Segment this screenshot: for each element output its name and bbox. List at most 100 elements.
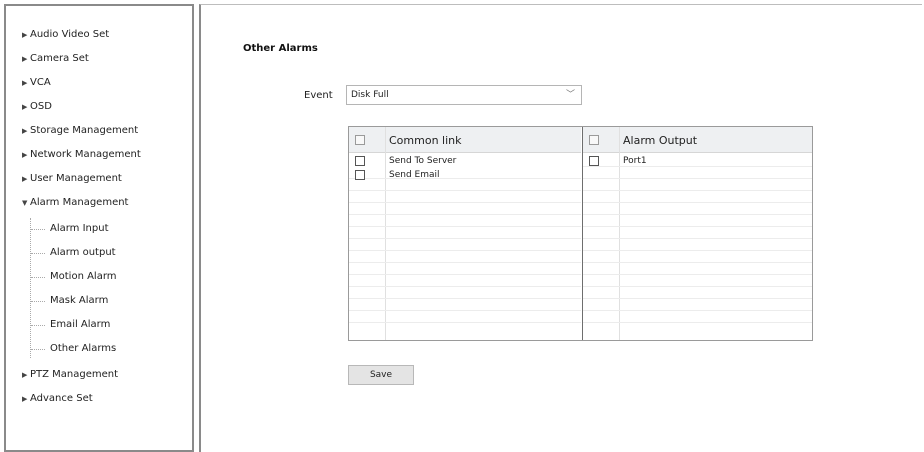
sidebar-item-label: User Management bbox=[30, 173, 122, 184]
alarm-output-select-all-checkbox[interactable] bbox=[589, 135, 599, 145]
sidebar-subitem-other-alarms[interactable]: Other Alarms bbox=[31, 342, 117, 356]
sidebar-item-label: Audio Video Set bbox=[30, 29, 110, 40]
sidebar-nav: ▶ Audio Video Set ▶ Camera Set ▶ VCA ▶ OSD ▶… bbox=[4, 4, 194, 452]
sidebar-item-label: Advance Set bbox=[30, 393, 93, 404]
sidebar-item-user-management[interactable]: ▶ User Management bbox=[22, 172, 122, 186]
triangle-right-icon: ▶ bbox=[22, 55, 28, 63]
sidebar-item-camera-set[interactable]: ▶ Camera Set bbox=[22, 52, 89, 66]
sidebar-subitem-label: Other Alarms bbox=[50, 343, 117, 354]
sidebar-subitem-label: Alarm Input bbox=[50, 223, 109, 234]
send-email-checkbox[interactable] bbox=[355, 170, 365, 180]
tree-branch bbox=[31, 325, 45, 326]
sidebar-item-vca[interactable]: ▶ VCA bbox=[22, 76, 51, 90]
grid-line bbox=[583, 322, 812, 323]
sidebar-item-label: Network Management bbox=[30, 149, 141, 160]
grid-line bbox=[349, 250, 581, 251]
grid-line bbox=[583, 166, 812, 167]
event-select-value: Disk Full bbox=[351, 90, 389, 100]
grid-line bbox=[583, 202, 812, 203]
sidebar-item-alarm-management[interactable]: ▼ Alarm Management bbox=[22, 196, 128, 210]
grid-line bbox=[349, 178, 581, 179]
triangle-right-icon: ▶ bbox=[22, 31, 28, 39]
sidebar-item-label: Alarm Management bbox=[30, 197, 129, 208]
triangle-right-icon: ▶ bbox=[22, 395, 28, 403]
sidebar-item-label: PTZ Management bbox=[30, 369, 119, 380]
chevron-down-icon: ﹀ bbox=[565, 90, 575, 100]
send-email-label: Send Email bbox=[389, 170, 440, 180]
sidebar-item-osd[interactable]: ▶ OSD bbox=[22, 100, 52, 114]
sidebar-item-audio-video-set[interactable]: ▶ Audio Video Set bbox=[22, 28, 109, 42]
sidebar-item-advance-set[interactable]: ▶ Advance Set bbox=[22, 392, 93, 406]
triangle-right-icon: ▶ bbox=[22, 79, 28, 87]
sidebar-subitem-mask-alarm[interactable]: Mask Alarm bbox=[31, 294, 109, 308]
sidebar-subitem-motion-alarm[interactable]: Motion Alarm bbox=[31, 270, 117, 284]
column-divider bbox=[385, 127, 386, 340]
sidebar-item-label: OSD bbox=[30, 101, 52, 112]
grid-line bbox=[583, 250, 812, 251]
alarm-output-pane: Alarm Output Port1 bbox=[582, 127, 812, 340]
grid-line bbox=[349, 214, 581, 215]
triangle-down-icon: ▼ bbox=[22, 199, 28, 207]
grid-line bbox=[349, 310, 581, 311]
send-to-server-checkbox[interactable] bbox=[355, 156, 365, 166]
grid-line bbox=[583, 178, 812, 179]
grid-line bbox=[583, 286, 812, 287]
page-title: Other Alarms bbox=[243, 43, 318, 54]
grid-line bbox=[349, 238, 581, 239]
common-link-select-all-checkbox[interactable] bbox=[355, 135, 365, 145]
grid-line bbox=[349, 262, 581, 263]
tree-branch bbox=[31, 253, 45, 254]
common-link-header: Common link bbox=[349, 127, 581, 153]
save-button[interactable]: Save bbox=[348, 365, 414, 385]
grid-line bbox=[349, 274, 581, 275]
triangle-right-icon: ▶ bbox=[22, 103, 28, 111]
sidebar-item-storage-management[interactable]: ▶ Storage Management bbox=[22, 124, 138, 138]
grid-line bbox=[583, 310, 812, 311]
sidebar-item-label: Camera Set bbox=[30, 53, 89, 64]
grid-line bbox=[349, 322, 581, 323]
column-divider bbox=[619, 127, 620, 340]
grid-line bbox=[349, 298, 581, 299]
port1-checkbox[interactable] bbox=[589, 156, 599, 166]
sidebar-subitem-label: Motion Alarm bbox=[50, 271, 117, 282]
common-link-pane: Common link Send To Server Send Email bbox=[349, 127, 581, 340]
sidebar-subitem-label: Email Alarm bbox=[50, 319, 111, 330]
sidebar-item-label: VCA bbox=[30, 77, 51, 88]
event-label: Event bbox=[304, 90, 333, 101]
grid-line bbox=[583, 190, 812, 191]
grid-line bbox=[583, 226, 812, 227]
common-link-header-label: Common link bbox=[389, 134, 462, 147]
sidebar-item-ptz-management[interactable]: ▶ PTZ Management bbox=[22, 368, 118, 382]
triangle-right-icon: ▶ bbox=[22, 151, 28, 159]
sidebar-subitem-alarm-output[interactable]: Alarm output bbox=[31, 246, 116, 260]
sidebar-subitem-email-alarm[interactable]: Email Alarm bbox=[31, 318, 111, 332]
alarm-output-header-label: Alarm Output bbox=[623, 134, 698, 147]
sidebar-item-network-management[interactable]: ▶ Network Management bbox=[22, 148, 141, 162]
event-select[interactable]: Disk Full ﹀ bbox=[346, 85, 582, 105]
sidebar-subitem-label: Alarm output bbox=[50, 247, 116, 258]
triangle-right-icon: ▶ bbox=[22, 371, 28, 379]
tree-branch bbox=[31, 277, 45, 278]
tree-branch bbox=[31, 349, 45, 350]
tree-connector bbox=[30, 218, 31, 358]
grid-line bbox=[583, 274, 812, 275]
triangle-right-icon: ▶ bbox=[22, 175, 28, 183]
main-panel: Other Alarms Event Disk Full ﹀ Common li… bbox=[199, 4, 922, 452]
grid-line bbox=[349, 286, 581, 287]
sidebar-subitem-alarm-input[interactable]: Alarm Input bbox=[31, 222, 109, 236]
grid-line bbox=[583, 298, 812, 299]
grid-line bbox=[583, 262, 812, 263]
grid-line bbox=[349, 190, 581, 191]
send-to-server-label: Send To Server bbox=[389, 156, 457, 166]
alarm-link-table: Common link Send To Server Send Email Al… bbox=[348, 126, 813, 341]
alarm-output-header: Alarm Output bbox=[583, 127, 812, 153]
grid-line bbox=[349, 202, 581, 203]
grid-line bbox=[583, 238, 812, 239]
sidebar-subitem-label: Mask Alarm bbox=[50, 295, 109, 306]
triangle-right-icon: ▶ bbox=[22, 127, 28, 135]
grid-line bbox=[349, 226, 581, 227]
sidebar-item-label: Storage Management bbox=[30, 125, 139, 136]
tree-branch bbox=[31, 229, 45, 230]
grid-line bbox=[583, 214, 812, 215]
tree-branch bbox=[31, 301, 45, 302]
